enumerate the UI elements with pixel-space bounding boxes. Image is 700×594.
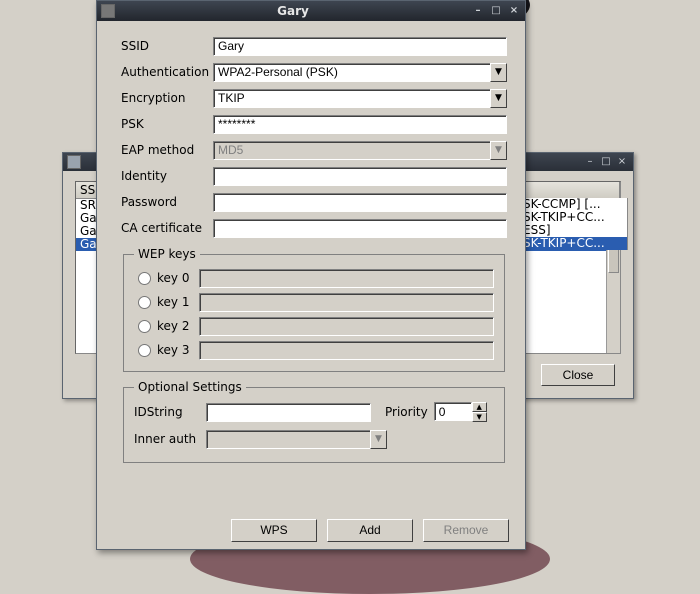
minimize-icon[interactable]: – — [471, 5, 485, 17]
wep-key0-label: key 0 — [157, 271, 199, 285]
ssid-input[interactable] — [213, 37, 507, 56]
ca-certificate-label: CA certificate — [121, 221, 213, 235]
authentication-input[interactable] — [213, 63, 490, 82]
chevron-down-icon: ▼ — [490, 141, 507, 160]
chevron-down-icon: ▼ — [370, 430, 387, 449]
optional-settings-group: Optional Settings IDString Priority ▲ ▼ … — [123, 380, 505, 463]
titlebar[interactable]: Gary – □ × — [97, 1, 525, 21]
chevron-down-icon[interactable]: ▼ — [490, 89, 507, 108]
close-icon[interactable]: × — [507, 5, 521, 17]
list-column-overflow: SK-CCMP] [... SK-TKIP+CC... ESS] SK-TKIP… — [521, 198, 628, 250]
wep-key0-input — [199, 269, 494, 288]
idstring-label: IDString — [134, 405, 206, 419]
encryption-combo[interactable]: ▼ — [213, 89, 507, 108]
inner-auth-label: Inner auth — [134, 432, 206, 446]
encryption-label: Encryption — [121, 91, 213, 105]
ca-certificate-input[interactable] — [213, 219, 507, 238]
list-cell[interactable]: SK-TKIP+CC... — [521, 237, 627, 250]
priority-label: Priority — [385, 405, 428, 419]
inner-auth-input — [206, 430, 370, 449]
wep-key1-radio[interactable] — [138, 296, 151, 309]
eap-method-input — [213, 141, 490, 160]
authentication-combo[interactable]: ▼ — [213, 63, 507, 82]
wep-key2-radio[interactable] — [138, 320, 151, 333]
chevron-down-icon[interactable]: ▼ — [490, 63, 507, 82]
wep-key3-label: key 3 — [157, 343, 199, 357]
spinner-up-icon[interactable]: ▲ — [472, 402, 487, 412]
ssid-label: SSID — [121, 39, 213, 53]
psk-label: PSK — [121, 117, 213, 131]
wep-key-row: key 1 — [134, 291, 494, 313]
spinner-down-icon[interactable]: ▼ — [472, 412, 487, 422]
wep-key0-radio[interactable] — [138, 272, 151, 285]
priority-stepper[interactable]: ▲ ▼ — [434, 402, 487, 422]
wep-key-row: key 0 — [134, 267, 494, 289]
priority-input[interactable] — [434, 402, 472, 421]
inner-auth-combo: ▼ — [206, 430, 387, 449]
network-config-dialog: Gary – □ × SSID Authentication ▼ Encrypt… — [96, 0, 526, 550]
wep-key-row: key 3 — [134, 339, 494, 361]
app-icon — [101, 4, 115, 18]
wep-key3-radio[interactable] — [138, 344, 151, 357]
close-button[interactable]: Close — [541, 364, 615, 386]
remove-button: Remove — [423, 519, 509, 542]
wep-key2-label: key 2 — [157, 319, 199, 333]
close-icon[interactable]: × — [615, 156, 629, 168]
psk-input[interactable] — [213, 115, 507, 134]
wep-keys-legend: WEP keys — [134, 247, 200, 261]
window-title: Gary — [119, 4, 467, 18]
wps-button[interactable]: WPS — [231, 519, 317, 542]
encryption-input[interactable] — [213, 89, 490, 108]
optional-settings-legend: Optional Settings — [134, 380, 246, 394]
wep-key2-input — [199, 317, 494, 336]
identity-input[interactable] — [213, 167, 507, 186]
identity-label: Identity — [121, 169, 213, 183]
password-label: Password — [121, 195, 213, 209]
app-icon — [67, 155, 81, 169]
dialog-footer: WPS Add Remove — [97, 511, 525, 549]
eap-method-label: EAP method — [121, 143, 213, 157]
wep-key-row: key 2 — [134, 315, 494, 337]
add-button[interactable]: Add — [327, 519, 413, 542]
dialog-body: SSID Authentication ▼ Encryption ▼ PSK E… — [97, 21, 525, 511]
password-input[interactable] — [213, 193, 507, 212]
idstring-input[interactable] — [206, 403, 371, 422]
wep-key3-input — [199, 341, 494, 360]
eap-method-combo: ▼ — [213, 141, 507, 160]
maximize-icon[interactable]: □ — [489, 5, 503, 17]
wep-keys-group: WEP keys key 0 key 1 key 2 key 3 — [123, 247, 505, 372]
minimize-icon[interactable]: – — [583, 156, 597, 168]
wep-key1-input — [199, 293, 494, 312]
maximize-icon[interactable]: □ — [599, 156, 613, 168]
wep-key1-label: key 1 — [157, 295, 199, 309]
authentication-label: Authentication — [121, 65, 213, 79]
